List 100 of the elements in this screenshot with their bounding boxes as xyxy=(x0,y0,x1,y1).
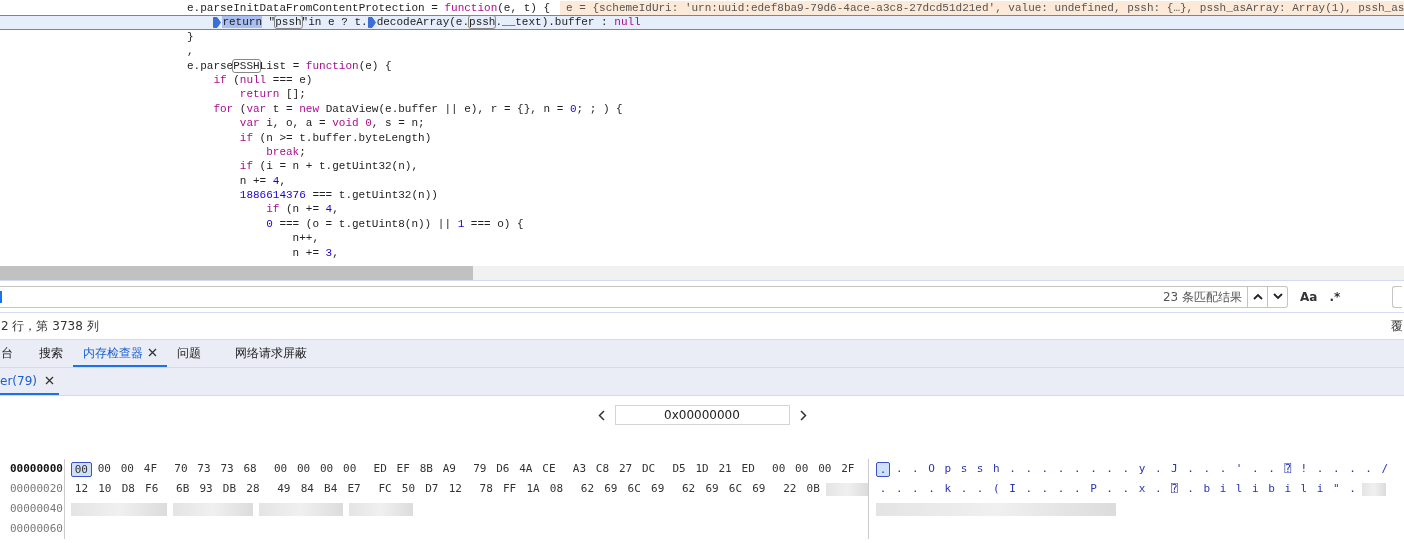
hex-byte[interactable]: EF xyxy=(392,460,414,478)
hex-byte[interactable]: 27 xyxy=(615,460,636,478)
hex-byte[interactable]: E7 xyxy=(343,480,365,498)
hex-byte[interactable]: 00 xyxy=(768,460,789,478)
ascii-char[interactable]: . xyxy=(1054,460,1069,478)
hex-byte[interactable]: 00 xyxy=(94,460,115,478)
ascii-char[interactable]: s xyxy=(973,460,988,478)
hex-byte[interactable]: F6 xyxy=(141,480,163,498)
close-icon[interactable] xyxy=(44,376,54,385)
ascii-char[interactable]: . xyxy=(1021,480,1036,498)
ascii-char[interactable]: . xyxy=(876,461,890,477)
hex-byte[interactable]: 12 xyxy=(71,480,92,498)
ascii-char[interactable]: . xyxy=(1361,460,1376,478)
hex-byte[interactable]: 79 xyxy=(469,460,491,478)
hex-byte[interactable]: 00 xyxy=(293,460,314,478)
horizontal-scrollbar[interactable] xyxy=(0,266,1404,280)
ascii-char[interactable]: ! xyxy=(1296,460,1311,478)
hex-byte[interactable]: 73 xyxy=(216,460,238,478)
hex-byte[interactable]: D7 xyxy=(421,480,443,498)
search-field[interactable]: 23 条匹配结果 xyxy=(0,285,1288,308)
scrollbar-thumb[interactable] xyxy=(0,266,473,280)
ascii-char[interactable]: ( xyxy=(989,480,1004,498)
hex-byte[interactable]: ED xyxy=(369,460,391,478)
hex-byte[interactable]: FF xyxy=(499,480,521,498)
hex-byte[interactable]: 73 xyxy=(193,460,215,478)
hex-byte[interactable]: 6C xyxy=(623,480,645,498)
ascii-char[interactable]: . xyxy=(1329,460,1344,478)
hex-byte[interactable]: 00 xyxy=(71,461,92,477)
ascii-char[interactable]: i xyxy=(1215,480,1230,498)
ascii-char[interactable]: . xyxy=(1054,480,1069,498)
ascii-char[interactable]: . xyxy=(1070,480,1085,498)
ascii-char[interactable]: l xyxy=(1232,480,1247,498)
replace-field[interactable] xyxy=(1392,285,1402,308)
ascii-char[interactable]: s xyxy=(956,460,971,478)
ascii-char[interactable]: p xyxy=(940,460,955,478)
hex-byte[interactable]: DB xyxy=(219,480,240,498)
ascii-char[interactable]: . xyxy=(1313,460,1328,478)
regex-button[interactable]: .* xyxy=(1329,287,1341,306)
ascii-char[interactable]: x xyxy=(1135,480,1149,498)
ascii-char[interactable]: . xyxy=(956,480,971,498)
hex-byte[interactable]: 0B xyxy=(802,480,824,498)
hex-byte[interactable]: 62 xyxy=(576,480,598,498)
hex-byte[interactable]: 21 xyxy=(714,460,736,478)
ascii-char[interactable]: . xyxy=(1102,460,1117,478)
chevron-left-icon[interactable] xyxy=(597,409,605,421)
close-icon[interactable] xyxy=(148,348,157,357)
hex-byte[interactable]: 78 xyxy=(475,480,497,498)
ascii-char[interactable]: . xyxy=(1183,460,1198,478)
hex-byte[interactable]: DC xyxy=(638,460,659,478)
hex-byte[interactable]: 68 xyxy=(239,460,261,478)
hex-byte[interactable]: D6 xyxy=(492,460,514,478)
hex-byte[interactable]: 12 xyxy=(444,480,466,498)
ascii-char[interactable]: . xyxy=(1005,460,1020,478)
ascii-char[interactable]: b xyxy=(1264,480,1279,498)
hex-byte[interactable]: 10 xyxy=(94,480,116,498)
hex-byte[interactable]: D5 xyxy=(668,460,690,478)
hex-byte[interactable]: CE xyxy=(538,460,560,478)
hex-byte[interactable]: 2F xyxy=(837,460,859,478)
ascii-char[interactable]: i xyxy=(1280,480,1295,498)
hex-byte[interactable]: 69 xyxy=(748,480,770,498)
hex-byte[interactable]: 69 xyxy=(647,480,669,498)
hex-byte[interactable]: A3 xyxy=(569,460,590,478)
ascii-char[interactable]: . xyxy=(908,460,923,478)
ascii-char[interactable]: . xyxy=(876,480,890,498)
ascii-char[interactable]: ⍰ xyxy=(1280,460,1295,478)
chevron-right-icon[interactable] xyxy=(799,409,807,421)
hex-byte[interactable]: A9 xyxy=(439,460,460,478)
ascii-char[interactable]: l xyxy=(1296,480,1311,498)
hex-byte[interactable]: ED xyxy=(737,460,759,478)
ascii-char[interactable]: . xyxy=(1102,480,1117,498)
hex-byte[interactable]: 6C xyxy=(724,480,746,498)
ascii-char[interactable]: . xyxy=(892,460,907,478)
hex-byte[interactable]: 22 xyxy=(779,480,801,498)
ascii-char[interactable]: O xyxy=(924,460,939,478)
hex-byte[interactable]: 00 xyxy=(814,460,835,478)
ascii-char[interactable]: J xyxy=(1167,460,1182,478)
hex-byte[interactable]: C8 xyxy=(592,460,613,478)
ascii-char[interactable]: . xyxy=(1248,460,1263,478)
ascii-char[interactable]: . xyxy=(1151,460,1166,478)
ascii-char[interactable]: . xyxy=(1118,460,1133,478)
hex-byte[interactable]: 50 xyxy=(398,480,419,498)
ascii-char[interactable]: / xyxy=(1377,460,1392,478)
hex-byte[interactable]: 4F xyxy=(140,460,161,478)
hex-byte[interactable]: 00 xyxy=(339,460,360,478)
ascii-char[interactable]: . xyxy=(1151,480,1166,498)
hex-byte[interactable]: 8B xyxy=(416,460,437,478)
ascii-char[interactable]: . xyxy=(1199,460,1214,478)
address-field[interactable]: 0x00000000 xyxy=(614,405,790,425)
hex-byte[interactable]: 62 xyxy=(678,480,700,498)
ascii-char[interactable]: b xyxy=(1199,480,1214,498)
ascii-char[interactable]: " xyxy=(1329,480,1344,498)
ascii-char[interactable]: . xyxy=(1037,460,1052,478)
inspector-tab[interactable]: er(79) xyxy=(0,368,59,395)
ascii-char[interactable]: . xyxy=(1345,460,1360,478)
ascii-char[interactable]: . xyxy=(1183,480,1198,498)
hex-byte[interactable]: 00 xyxy=(270,460,291,478)
ascii-char[interactable]: h xyxy=(989,460,1004,478)
hex-byte[interactable]: 69 xyxy=(600,480,622,498)
hex-byte[interactable]: 00 xyxy=(791,460,812,478)
ascii-char[interactable]: ⍰ xyxy=(1167,480,1182,498)
